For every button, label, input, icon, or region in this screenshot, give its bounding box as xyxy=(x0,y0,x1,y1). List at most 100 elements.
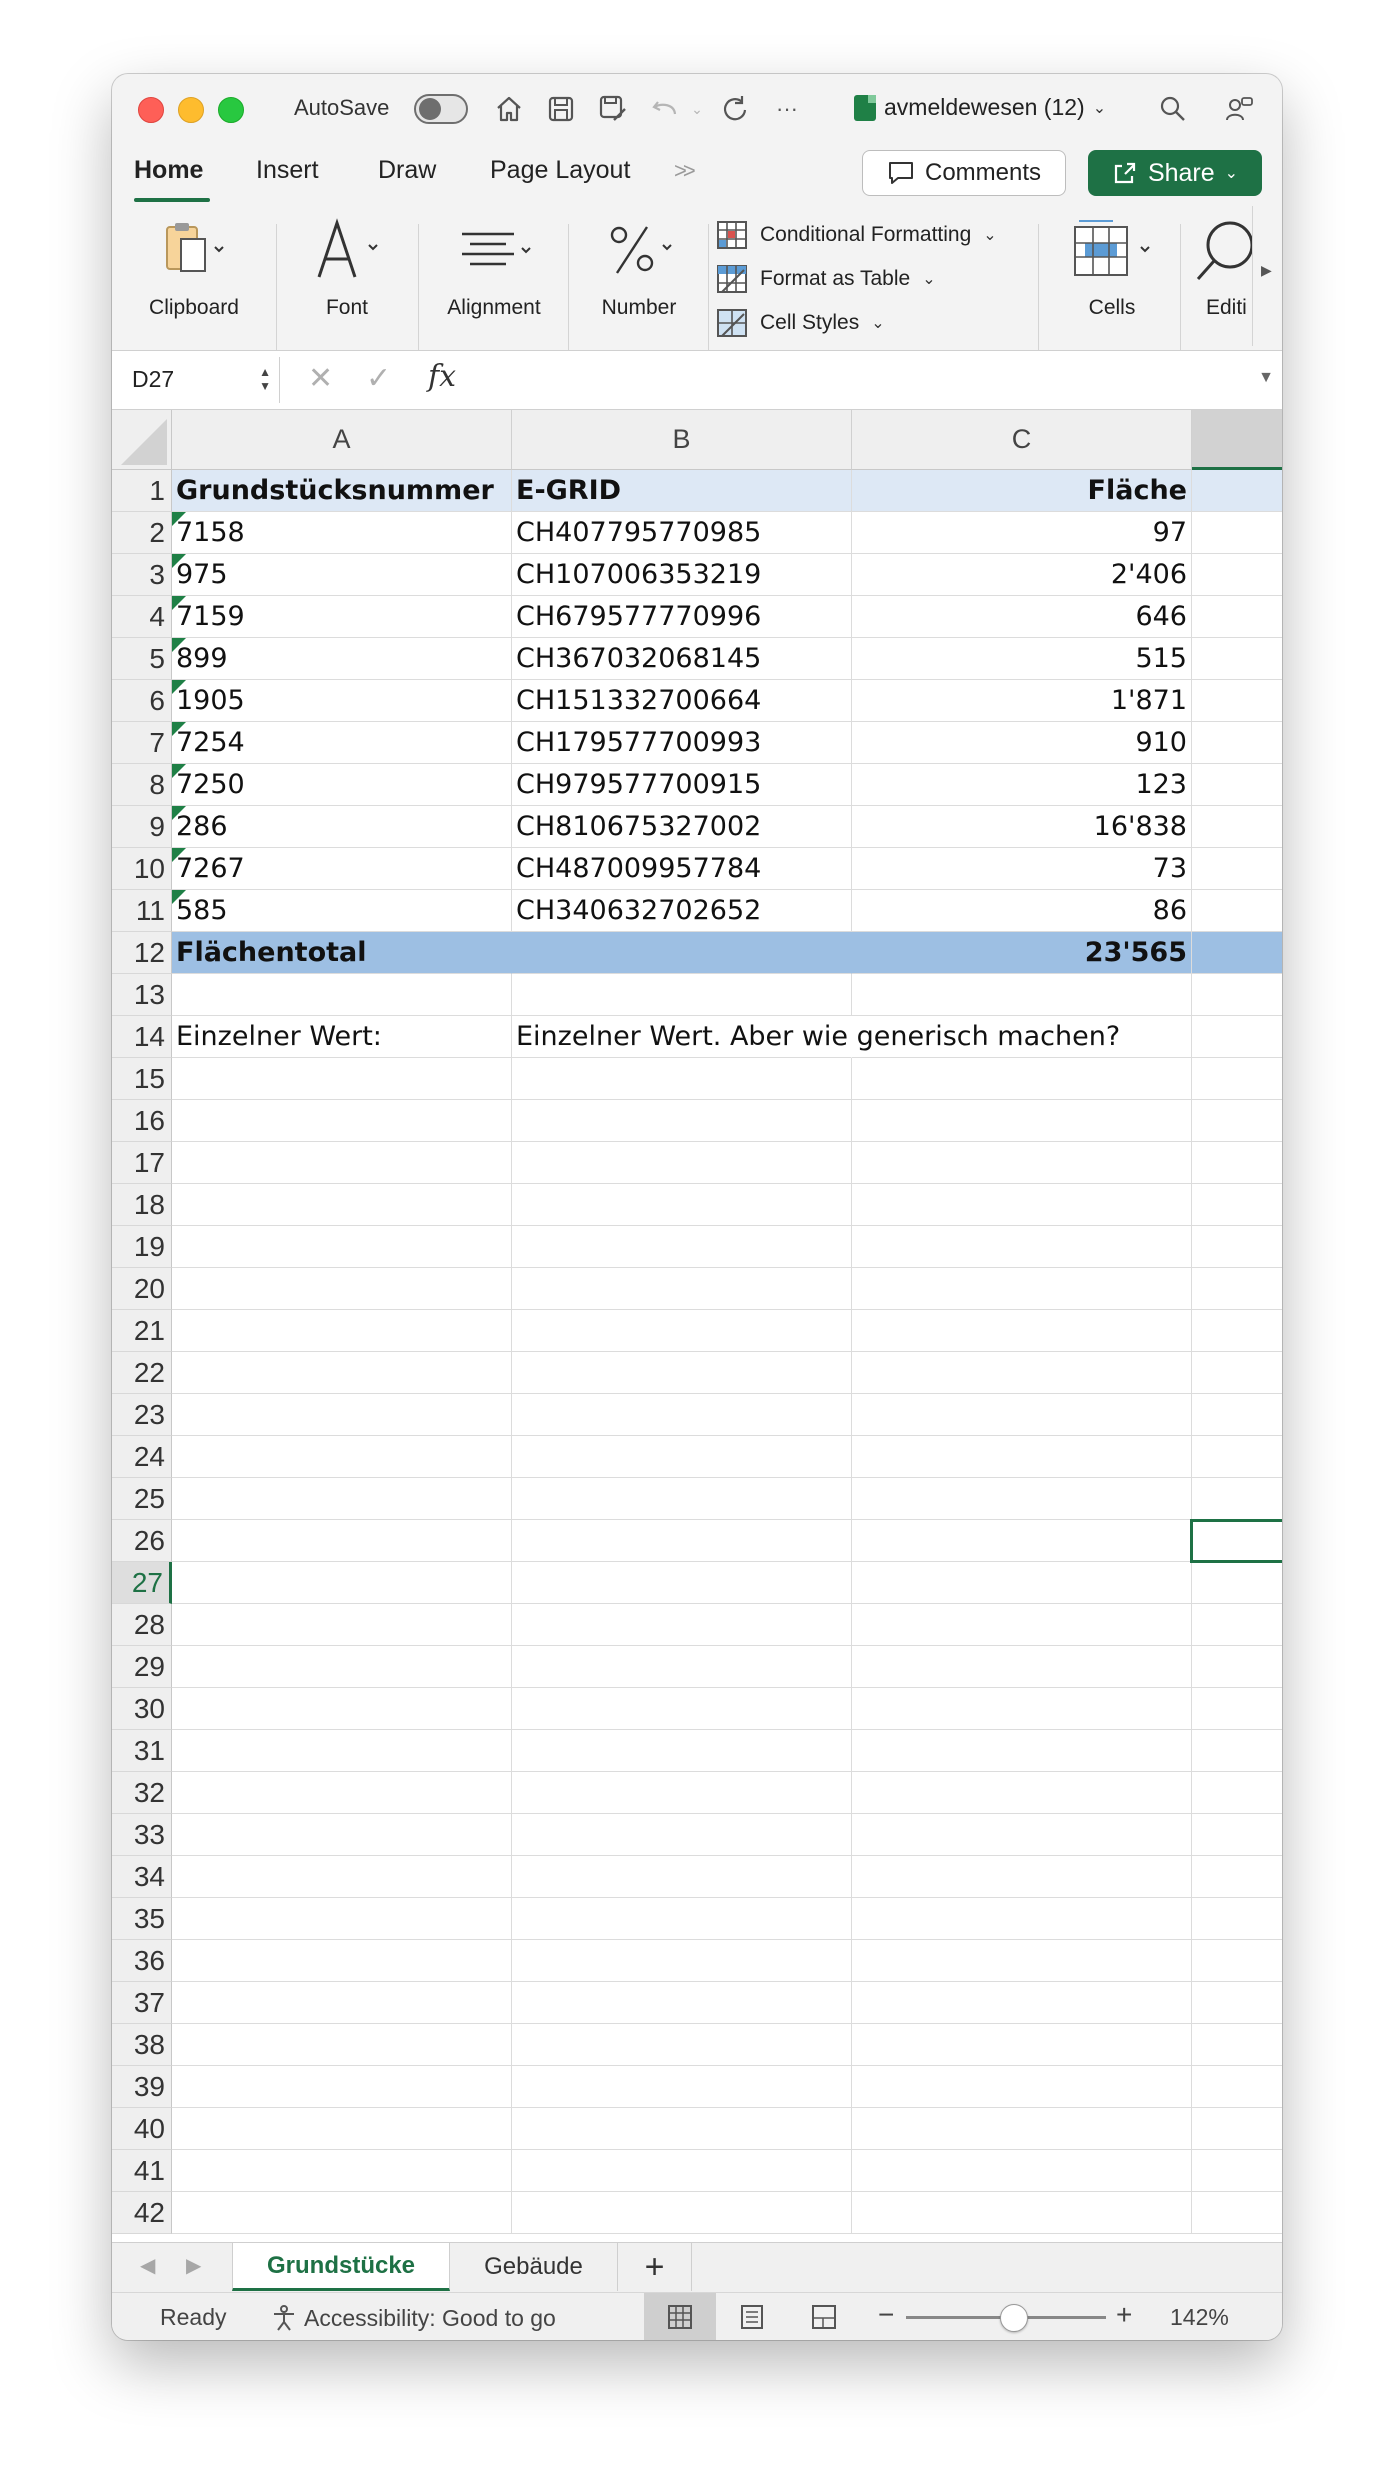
cell[interactable] xyxy=(1192,2192,1282,2234)
cell[interactable] xyxy=(1192,1982,1282,2024)
row-header[interactable]: 39 xyxy=(112,2066,172,2108)
cell[interactable] xyxy=(852,1814,1192,1856)
cell[interactable]: Flächentotal xyxy=(172,932,512,974)
row-header[interactable]: 31 xyxy=(112,1730,172,1772)
cell[interactable]: Einzelner Wert: xyxy=(172,1016,512,1058)
cell[interactable] xyxy=(512,1982,852,2024)
cell[interactable] xyxy=(512,1142,852,1184)
formula-input[interactable] xyxy=(482,363,1222,397)
row-header[interactable]: 13 xyxy=(112,974,172,1016)
sheet-tab-grundstuecke[interactable]: Grundstücke xyxy=(232,2243,450,2291)
cell[interactable] xyxy=(852,1352,1192,1394)
cell[interactable] xyxy=(852,2192,1192,2234)
cell[interactable]: 286 xyxy=(172,806,512,848)
cell[interactable] xyxy=(172,1478,512,1520)
cell[interactable]: CH979577700915 xyxy=(512,764,852,806)
cells-group[interactable]: Cells xyxy=(1044,206,1180,346)
worksheet-grid[interactable]: A B C D 1GrundstücksnummerE-GRIDFläche27… xyxy=(112,410,1282,2274)
select-all-button[interactable] xyxy=(112,410,172,470)
row-header[interactable]: 35 xyxy=(112,1898,172,1940)
cell[interactable] xyxy=(1192,932,1282,974)
cell[interactable]: 97 xyxy=(852,512,1192,554)
cell-styles-button[interactable]: Cell Styles ⌄ xyxy=(716,308,885,338)
row-header[interactable]: 36 xyxy=(112,1940,172,1982)
cell[interactable] xyxy=(1192,512,1282,554)
cancel-formula-icon[interactable]: ✕ xyxy=(308,361,333,396)
share-button[interactable]: Share ⌄ xyxy=(1088,150,1262,196)
cell[interactable]: 7158 xyxy=(172,512,512,554)
cell[interactable] xyxy=(172,2192,512,2234)
page-break-view-button[interactable] xyxy=(788,2293,860,2340)
cell[interactable] xyxy=(172,1310,512,1352)
cell[interactable] xyxy=(512,1940,852,1982)
number-group[interactable]: Number xyxy=(574,206,704,346)
cell[interactable] xyxy=(172,1520,512,1562)
row-header[interactable]: 26 xyxy=(112,1520,172,1562)
cell[interactable] xyxy=(1192,1058,1282,1100)
cell[interactable] xyxy=(852,1604,1192,1646)
cell[interactable] xyxy=(512,1520,852,1562)
cell[interactable] xyxy=(1192,974,1282,1016)
cell[interactable] xyxy=(512,1604,852,1646)
cell[interactable] xyxy=(1192,1646,1282,1688)
cell[interactable] xyxy=(512,1772,852,1814)
row-header[interactable]: 5 xyxy=(112,638,172,680)
cell[interactable] xyxy=(172,1898,512,1940)
cell[interactable] xyxy=(852,1184,1192,1226)
cell[interactable]: 123 xyxy=(852,764,1192,806)
cell[interactable]: 899 xyxy=(172,638,512,680)
cell[interactable] xyxy=(512,1856,852,1898)
cell[interactable]: Fläche xyxy=(852,470,1192,512)
cell[interactable]: 515 xyxy=(852,638,1192,680)
row-header[interactable]: 22 xyxy=(112,1352,172,1394)
cell[interactable] xyxy=(852,1478,1192,1520)
cell[interactable] xyxy=(512,1898,852,1940)
cell[interactable] xyxy=(512,1268,852,1310)
cell[interactable]: CH487009957784 xyxy=(512,848,852,890)
row-header[interactable]: 9 xyxy=(112,806,172,848)
accessibility-status[interactable]: Accessibility: Good to go xyxy=(270,2304,556,2332)
cell[interactable]: 7250 xyxy=(172,764,512,806)
cell[interactable] xyxy=(852,1100,1192,1142)
cell[interactable]: 585 xyxy=(172,890,512,932)
cell[interactable] xyxy=(172,1646,512,1688)
row-header[interactable]: 10 xyxy=(112,848,172,890)
cell[interactable] xyxy=(512,1310,852,1352)
cell[interactable] xyxy=(512,1646,852,1688)
row-header[interactable]: 40 xyxy=(112,2108,172,2150)
name-box[interactable]: D27 ▲ ▼ xyxy=(112,357,280,403)
row-header[interactable]: 12 xyxy=(112,932,172,974)
cell[interactable] xyxy=(512,1814,852,1856)
column-header-a[interactable]: A xyxy=(172,410,512,470)
tab-draw[interactable]: Draw xyxy=(378,156,436,185)
cell[interactable] xyxy=(852,1688,1192,1730)
conditional-formatting-button[interactable]: Conditional Formatting ⌄ xyxy=(716,220,997,250)
cell[interactable] xyxy=(1192,680,1282,722)
cell[interactable] xyxy=(852,1058,1192,1100)
row-header[interactable]: 38 xyxy=(112,2024,172,2066)
cell[interactable]: CH151332700664 xyxy=(512,680,852,722)
cell[interactable] xyxy=(1192,1100,1282,1142)
cell[interactable] xyxy=(852,1940,1192,1982)
cell[interactable] xyxy=(172,1184,512,1226)
cell[interactable] xyxy=(1192,1604,1282,1646)
row-header[interactable]: 14 xyxy=(112,1016,172,1058)
cell[interactable] xyxy=(852,1856,1192,1898)
cell[interactable] xyxy=(172,1982,512,2024)
cell[interactable]: E-GRID xyxy=(512,470,852,512)
file-name-menu[interactable]: avmeldewesen (12) ⌄ xyxy=(854,94,1106,121)
cell[interactable] xyxy=(512,2066,852,2108)
cell[interactable] xyxy=(172,2066,512,2108)
cell[interactable] xyxy=(172,1814,512,1856)
save-icon[interactable] xyxy=(542,90,580,128)
cell[interactable] xyxy=(512,1730,852,1772)
more-tabs-icon[interactable]: >> xyxy=(674,158,696,184)
cell[interactable]: 7254 xyxy=(172,722,512,764)
row-header[interactable]: 19 xyxy=(112,1226,172,1268)
row-header[interactable]: 7 xyxy=(112,722,172,764)
row-header[interactable]: 23 xyxy=(112,1394,172,1436)
cell[interactable] xyxy=(1192,1016,1282,1058)
cell[interactable] xyxy=(852,1646,1192,1688)
cell[interactable] xyxy=(512,1478,852,1520)
tab-page-layout[interactable]: Page Layout xyxy=(490,156,630,185)
